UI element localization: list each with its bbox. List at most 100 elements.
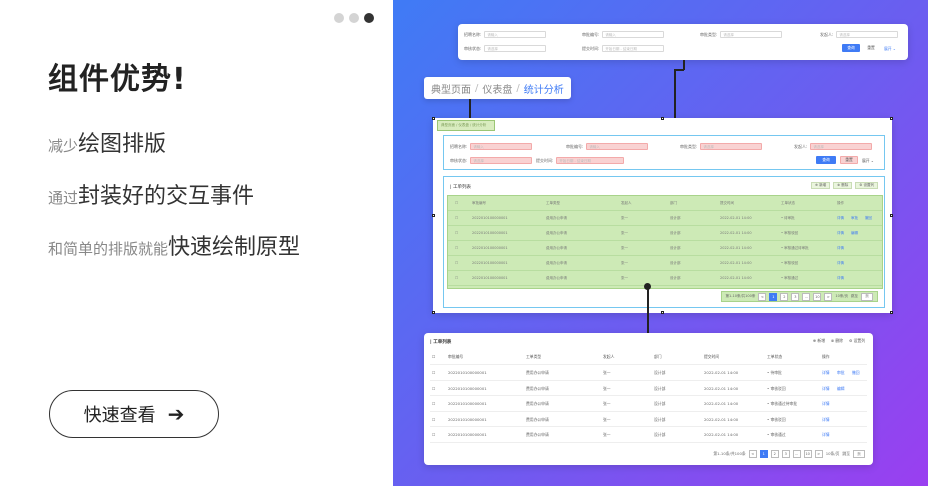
date-range-input[interactable]: 开始日期 - 结束日期 bbox=[602, 45, 665, 52]
filter-field: 发起人: 请选择 bbox=[820, 31, 899, 38]
checkbox[interactable]: ☐ bbox=[455, 231, 458, 235]
add-button[interactable]: ⊕ 新增 bbox=[813, 338, 825, 344]
cell-type: 费用办公申请 bbox=[526, 432, 549, 437]
checkbox[interactable]: ☐ bbox=[455, 246, 458, 250]
filter-input[interactable]: 请输入 bbox=[602, 31, 665, 38]
filter-select[interactable]: 请选择 bbox=[810, 143, 873, 150]
withdraw-link[interactable]: 撤回 bbox=[865, 216, 872, 221]
carousel-dot[interactable] bbox=[334, 13, 344, 23]
filter-select[interactable]: 请选择 bbox=[836, 31, 899, 38]
page-button[interactable]: 3 bbox=[781, 450, 790, 458]
expand-link[interactable]: 展开 ⌄ bbox=[884, 46, 896, 52]
approve-link[interactable]: 审批 bbox=[851, 216, 858, 221]
selection-handle[interactable] bbox=[432, 311, 435, 314]
page-ellipsis: ... bbox=[792, 450, 801, 458]
filter-select[interactable]: 请选择 bbox=[470, 157, 533, 164]
selection-handle[interactable] bbox=[432, 117, 435, 120]
checkbox[interactable]: ☐ bbox=[455, 201, 458, 205]
selection-handle[interactable] bbox=[890, 311, 893, 314]
filter-field: 审批类型: 请选择 bbox=[700, 31, 783, 38]
detail-link[interactable]: 详情 bbox=[822, 401, 830, 407]
checkbox[interactable]: ☐ bbox=[432, 386, 435, 391]
checkbox[interactable]: ☐ bbox=[432, 432, 435, 437]
withdraw-link[interactable]: 撤回 bbox=[852, 370, 860, 376]
prev-page-button[interactable]: < bbox=[758, 292, 767, 301]
checkbox[interactable]: ☐ bbox=[432, 370, 435, 375]
table-header-row: ☐ 审批编号 工单类型 发起人 部门 提交时间 工单状态 操作 bbox=[430, 349, 867, 365]
page-button-active[interactable]: 1 bbox=[769, 292, 778, 301]
filter-label: 审批编号: bbox=[566, 143, 584, 149]
expand-link[interactable]: 展开 ⌄ bbox=[862, 158, 874, 164]
edit-link[interactable]: 编辑 bbox=[837, 386, 845, 392]
filter-field: 审批编号: 请输入 bbox=[582, 31, 665, 38]
filter-input[interactable]: 请输入 bbox=[586, 143, 649, 150]
edit-link[interactable]: 编辑 bbox=[851, 231, 858, 236]
page-size-select[interactable]: 10条/页 bbox=[835, 294, 848, 299]
page-button[interactable]: 3 bbox=[791, 292, 800, 301]
reset-button[interactable]: 重置 bbox=[840, 156, 858, 164]
date-range-input[interactable]: 开始日期 - 结束日期 bbox=[556, 157, 625, 164]
approve-link[interactable]: 审批 bbox=[837, 370, 845, 376]
query-button[interactable]: 查询 bbox=[816, 156, 836, 164]
preview-breadcrumb: 典型页面 / 仪表盘 / 统计分析 bbox=[437, 120, 495, 131]
query-button[interactable]: 查询 bbox=[842, 44, 860, 52]
feature-big-text: 绘图排版 bbox=[78, 132, 167, 157]
filter-input[interactable]: 请输入 bbox=[470, 143, 533, 150]
delete-button[interactable]: ⊗ 删除 bbox=[831, 338, 843, 344]
breadcrumb-item[interactable]: 典型页面 bbox=[431, 81, 471, 96]
breadcrumb-item[interactable]: 仪表盘 bbox=[482, 81, 512, 96]
selection-handle[interactable] bbox=[432, 214, 435, 217]
checkbox[interactable]: ☐ bbox=[432, 354, 435, 359]
add-button[interactable]: ⊕ 新增 bbox=[811, 182, 831, 189]
detail-link[interactable]: 详情 bbox=[822, 432, 830, 438]
filter-input[interactable]: 请输入 bbox=[484, 31, 547, 38]
page-button-active[interactable]: 1 bbox=[759, 450, 768, 458]
detail-link[interactable]: 详情 bbox=[837, 231, 844, 236]
carousel-dot-active[interactable] bbox=[364, 13, 374, 23]
jump-input[interactable]: 页 bbox=[861, 292, 873, 301]
page-button[interactable]: 2 bbox=[770, 450, 779, 458]
column-settings-button[interactable]: ⚙ 设置列 bbox=[855, 182, 878, 189]
checkbox[interactable]: ☐ bbox=[455, 261, 458, 265]
detail-link[interactable]: 详情 bbox=[837, 216, 844, 221]
jump-input[interactable]: 页 bbox=[853, 450, 865, 458]
cell-id: 2022010100000001 bbox=[448, 385, 487, 391]
table-row: ☐ 2022010100000001 费用办公申请 张一 设计部 2022-02… bbox=[430, 396, 867, 412]
checkbox[interactable]: ☐ bbox=[432, 401, 435, 406]
cell-type: 费用办公申请 bbox=[546, 261, 567, 265]
page-size-select[interactable]: 10条/页 bbox=[826, 451, 840, 457]
next-page-button[interactable]: > bbox=[824, 292, 833, 301]
next-page-button[interactable]: > bbox=[814, 450, 823, 458]
detail-link[interactable]: 详情 bbox=[837, 246, 844, 251]
column-settings-button[interactable]: ⚙ 设置列 bbox=[849, 338, 865, 344]
detail-link[interactable]: 详情 bbox=[822, 386, 830, 392]
detail-link[interactable]: 详情 bbox=[837, 276, 844, 281]
detail-link[interactable]: 详情 bbox=[822, 370, 830, 376]
carousel-dot[interactable] bbox=[349, 13, 359, 23]
breadcrumb-separator: / bbox=[475, 82, 479, 94]
checkbox[interactable]: ☐ bbox=[455, 276, 458, 280]
selection-handle[interactable] bbox=[890, 117, 893, 120]
page-button[interactable]: 10 bbox=[803, 450, 812, 458]
filter-select[interactable]: 请选择 bbox=[720, 31, 783, 38]
checkbox[interactable]: ☐ bbox=[455, 216, 458, 220]
checkbox[interactable]: ☐ bbox=[432, 417, 435, 422]
filter-select[interactable]: 请选择 bbox=[700, 143, 763, 150]
selection-handle[interactable] bbox=[890, 214, 893, 217]
jump-label: 跳至 bbox=[842, 451, 850, 456]
delete-button[interactable]: ⊗ 删除 bbox=[833, 182, 853, 189]
selection-handle[interactable] bbox=[661, 311, 664, 314]
filter-select[interactable]: 请选择 bbox=[484, 45, 547, 52]
detail-link[interactable]: 详情 bbox=[822, 417, 830, 423]
preview-filter-form: 招聘名称: 请输入 审批编号: 请输入 审批类型: 请选择 发起人: 请选择 审… bbox=[443, 135, 885, 170]
reset-button[interactable]: 重置 bbox=[864, 44, 878, 52]
page-button[interactable]: 10 bbox=[813, 292, 822, 301]
cell-status: • 审核驳回 bbox=[781, 231, 799, 235]
detail-link[interactable]: 详情 bbox=[837, 261, 844, 266]
selection-handle[interactable] bbox=[661, 117, 664, 120]
page-button[interactable]: 2 bbox=[780, 292, 789, 301]
breadcrumb-separator: / bbox=[516, 82, 520, 94]
cell-user: 张一 bbox=[603, 401, 611, 406]
prev-page-button[interactable]: < bbox=[748, 450, 757, 458]
quick-view-button[interactable]: 快速查看 ➔ bbox=[49, 390, 219, 438]
